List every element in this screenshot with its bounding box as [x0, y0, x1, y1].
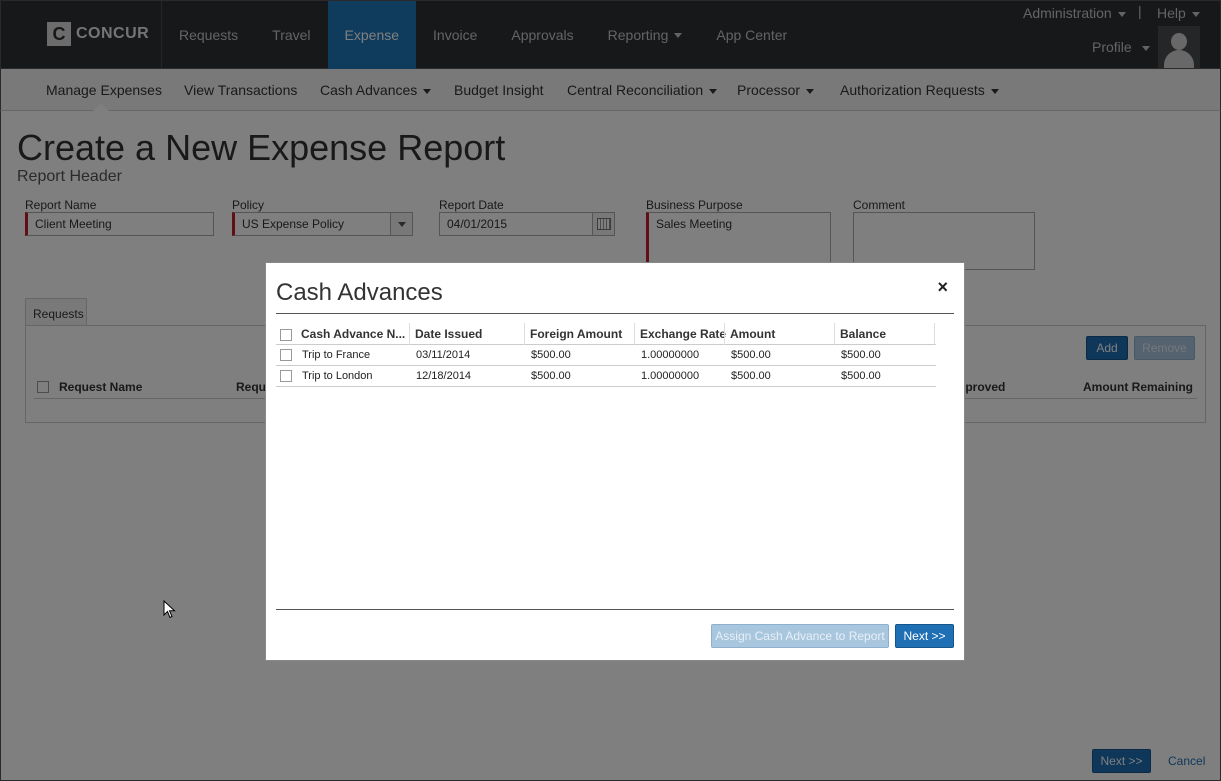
cell-amount: $500.00: [731, 370, 771, 382]
col-amount[interactable]: Amount: [730, 327, 775, 341]
col-foreign-amount[interactable]: Foreign Amount: [530, 327, 622, 341]
cell-name: Trip to London: [302, 370, 373, 382]
select-all-checkbox[interactable]: [280, 329, 292, 341]
col-separator: [524, 323, 525, 345]
cell-foreign-amount: $500.00: [531, 349, 571, 361]
cash-advances-modal: Cash Advances × Cash Advance N... Date I…: [265, 262, 965, 661]
col-separator: [409, 323, 410, 345]
cell-amount: $500.00: [731, 349, 771, 361]
cell-foreign-amount: $500.00: [531, 370, 571, 382]
table-row[interactable]: Trip to London 12/18/2014 $500.00 1.0000…: [276, 366, 936, 387]
col-balance[interactable]: Balance: [840, 327, 886, 341]
col-separator: [834, 323, 835, 345]
col-separator: [724, 323, 725, 345]
cell-date-issued: 12/18/2014: [416, 370, 472, 382]
assign-cash-advance-button[interactable]: Assign Cash Advance to Report: [711, 624, 889, 648]
col-separator: [634, 323, 635, 345]
cell-exchange-rate: 1.00000000: [641, 349, 700, 361]
cell-name: Trip to France: [302, 349, 371, 361]
modal-title: Cash Advances: [276, 279, 443, 306]
close-icon[interactable]: ×: [937, 277, 948, 298]
row-checkbox[interactable]: [280, 349, 292, 361]
modal-bottom-rule: [276, 609, 954, 610]
cell-balance: $500.00: [841, 349, 881, 361]
cash-advances-grid: Cash Advance N... Date Issued Foreign Am…: [276, 323, 936, 387]
mouse-pointer-icon: [163, 600, 176, 619]
cell-balance: $500.00: [841, 370, 881, 382]
table-row[interactable]: Trip to France 03/11/2014 $500.00 1.0000…: [276, 345, 936, 366]
cell-exchange-rate: 1.00000000: [641, 370, 700, 382]
modal-next-button[interactable]: Next >>: [895, 624, 954, 648]
col-date-issued[interactable]: Date Issued: [415, 327, 482, 341]
col-exchange-rate[interactable]: Exchange Rate: [640, 327, 726, 341]
col-cash-advance-name[interactable]: Cash Advance N...: [301, 327, 405, 341]
cell-date-issued: 03/11/2014: [416, 349, 471, 361]
row-checkbox[interactable]: [280, 370, 292, 382]
col-separator: [934, 323, 935, 345]
modal-top-rule: [276, 313, 954, 314]
grid-header: Cash Advance N... Date Issued Foreign Am…: [276, 323, 936, 345]
